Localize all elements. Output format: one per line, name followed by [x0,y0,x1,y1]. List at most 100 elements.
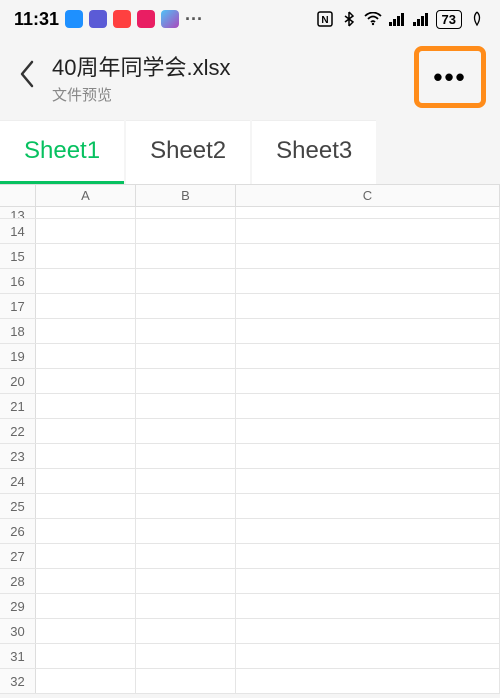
row-header[interactable]: 23 [0,444,36,468]
cell[interactable] [236,569,500,593]
cell[interactable] [236,594,500,618]
row-header[interactable]: 30 [0,619,36,643]
row-header[interactable]: 28 [0,569,36,593]
cell[interactable] [236,444,500,468]
cell[interactable] [36,494,136,518]
tab-sheet2[interactable]: Sheet2 [126,120,250,184]
cell[interactable] [36,469,136,493]
cell[interactable] [236,394,500,418]
cell[interactable] [36,369,136,393]
cell[interactable] [236,419,500,443]
row-header[interactable]: 15 [0,244,36,268]
row-header[interactable]: 29 [0,594,36,618]
cell[interactable] [36,619,136,643]
cell[interactable] [36,344,136,368]
cell[interactable] [236,207,500,218]
row-header[interactable]: 18 [0,319,36,343]
row-header[interactable]: 14 [0,219,36,243]
table-row: 15 [0,244,500,269]
row-header[interactable]: 24 [0,469,36,493]
row-header[interactable]: 22 [0,419,36,443]
cell[interactable] [136,519,236,543]
cell[interactable] [136,344,236,368]
cell[interactable] [36,419,136,443]
row-header[interactable]: 13 [0,207,36,218]
cell[interactable] [136,394,236,418]
cell[interactable] [236,644,500,668]
tab-sheet1[interactable]: Sheet1 [0,120,124,184]
battery-indicator: 73 [436,10,462,29]
cell[interactable] [36,394,136,418]
row-header[interactable]: 25 [0,494,36,518]
cell[interactable] [136,319,236,343]
cell[interactable] [36,569,136,593]
cell[interactable] [136,469,236,493]
table-row: 31 [0,644,500,669]
cell[interactable] [136,269,236,293]
back-button[interactable] [14,55,40,100]
tab-label: Sheet2 [150,137,226,164]
column-header-b[interactable]: B [136,185,236,206]
cell[interactable] [236,369,500,393]
cell[interactable] [236,244,500,268]
spreadsheet[interactable]: A B C 1314151617181920212223242526272829… [0,185,500,694]
cell[interactable] [36,219,136,243]
cell[interactable] [36,644,136,668]
cell[interactable] [136,294,236,318]
cell[interactable] [36,207,136,218]
cell[interactable] [36,244,136,268]
corner-cell[interactable] [0,185,36,206]
cell[interactable] [136,219,236,243]
cell[interactable] [136,207,236,218]
cell[interactable] [36,544,136,568]
cell[interactable] [36,319,136,343]
cell[interactable] [236,294,500,318]
cell[interactable] [136,644,236,668]
cell[interactable] [136,419,236,443]
app-header: 40周年同学会.xlsx 文件预览 ••• [0,38,500,120]
cell[interactable] [36,269,136,293]
row-header[interactable]: 26 [0,519,36,543]
file-subtitle: 文件预览 [52,84,402,105]
cell[interactable] [236,219,500,243]
cell[interactable] [36,444,136,468]
cell[interactable] [136,594,236,618]
cell[interactable] [136,669,236,693]
tab-sheet3[interactable]: Sheet3 [252,120,376,184]
tab-label: Sheet1 [24,137,100,164]
row-header[interactable]: 19 [0,344,36,368]
cell[interactable] [236,319,500,343]
cell[interactable] [236,344,500,368]
row-header[interactable]: 16 [0,269,36,293]
cell[interactable] [136,569,236,593]
cell[interactable] [136,494,236,518]
row-header[interactable]: 17 [0,294,36,318]
cell[interactable] [36,594,136,618]
row-header[interactable]: 32 [0,669,36,693]
cell[interactable] [136,619,236,643]
column-header-a[interactable]: A [36,185,136,206]
more-options-button[interactable]: ••• [414,46,486,108]
cell[interactable] [36,669,136,693]
cell[interactable] [136,544,236,568]
table-row: 21 [0,394,500,419]
row-header[interactable]: 27 [0,544,36,568]
cell[interactable] [36,294,136,318]
cell[interactable] [36,519,136,543]
row-header[interactable]: 21 [0,394,36,418]
row-header[interactable]: 20 [0,369,36,393]
rows-container: 1314151617181920212223242526272829303132 [0,207,500,694]
cell[interactable] [136,444,236,468]
cell[interactable] [136,369,236,393]
cell[interactable] [236,469,500,493]
cell[interactable] [136,244,236,268]
row-header[interactable]: 31 [0,644,36,668]
cell[interactable] [236,519,500,543]
cell[interactable] [236,494,500,518]
cell[interactable] [236,619,500,643]
table-row: 14 [0,219,500,244]
cell[interactable] [236,669,500,693]
cell[interactable] [236,544,500,568]
cell[interactable] [236,269,500,293]
column-header-c[interactable]: C [236,185,500,206]
